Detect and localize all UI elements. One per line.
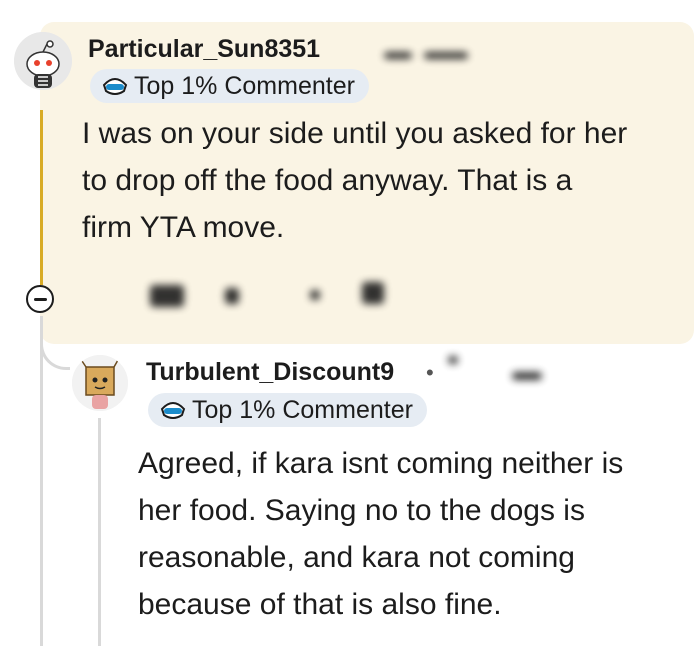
- comment-line: her food. Saying no to the dogs is: [138, 494, 585, 527]
- redacted-meta: [384, 52, 412, 59]
- redacted-action: [225, 288, 239, 304]
- comment-body: I was on your side until you asked for h…: [82, 110, 627, 251]
- redacted-meta: [424, 52, 468, 59]
- reply-connector: [40, 330, 70, 370]
- thread-line-active: [40, 110, 43, 285]
- redacted-meta: [512, 372, 542, 380]
- redacted-action: [310, 290, 320, 300]
- comment-line: firm YTA move.: [82, 211, 285, 244]
- comment-line: because of that is also fine.: [138, 588, 502, 621]
- comment-line: I was on your side until you asked for h…: [82, 117, 628, 150]
- user-avatar[interactable]: [14, 32, 72, 90]
- visor-icon: [102, 75, 128, 97]
- visor-icon: [160, 399, 186, 421]
- comment-username[interactable]: Particular_Sun8351: [88, 35, 320, 64]
- snoo-avatar-icon: [14, 32, 72, 90]
- box-head-avatar-icon: [72, 355, 128, 411]
- reply-username[interactable]: Turbulent_Discount9: [146, 358, 394, 387]
- user-avatar[interactable]: [72, 355, 128, 411]
- redacted-action: [150, 285, 184, 307]
- redacted-meta: [448, 356, 458, 364]
- achievement-badge[interactable]: Top 1% Commenter: [148, 393, 427, 427]
- reply-thread-line: [98, 418, 101, 646]
- redacted-action: [362, 282, 384, 304]
- comment-line: Agreed, if kara isnt coming neither is: [138, 447, 624, 480]
- meta-separator: •: [426, 360, 434, 385]
- collapse-thread-icon[interactable]: [26, 285, 54, 313]
- reply-body: Agreed, if kara isnt coming neither is h…: [138, 440, 623, 628]
- comment-line: reasonable, and kara not coming: [138, 541, 575, 574]
- badge-label: Top 1% Commenter: [134, 71, 355, 100]
- comment-line: to drop off the food anyway. That is a: [82, 164, 573, 197]
- achievement-badge[interactable]: Top 1% Commenter: [90, 69, 369, 103]
- thread-line: [40, 316, 43, 646]
- badge-label: Top 1% Commenter: [192, 395, 413, 424]
